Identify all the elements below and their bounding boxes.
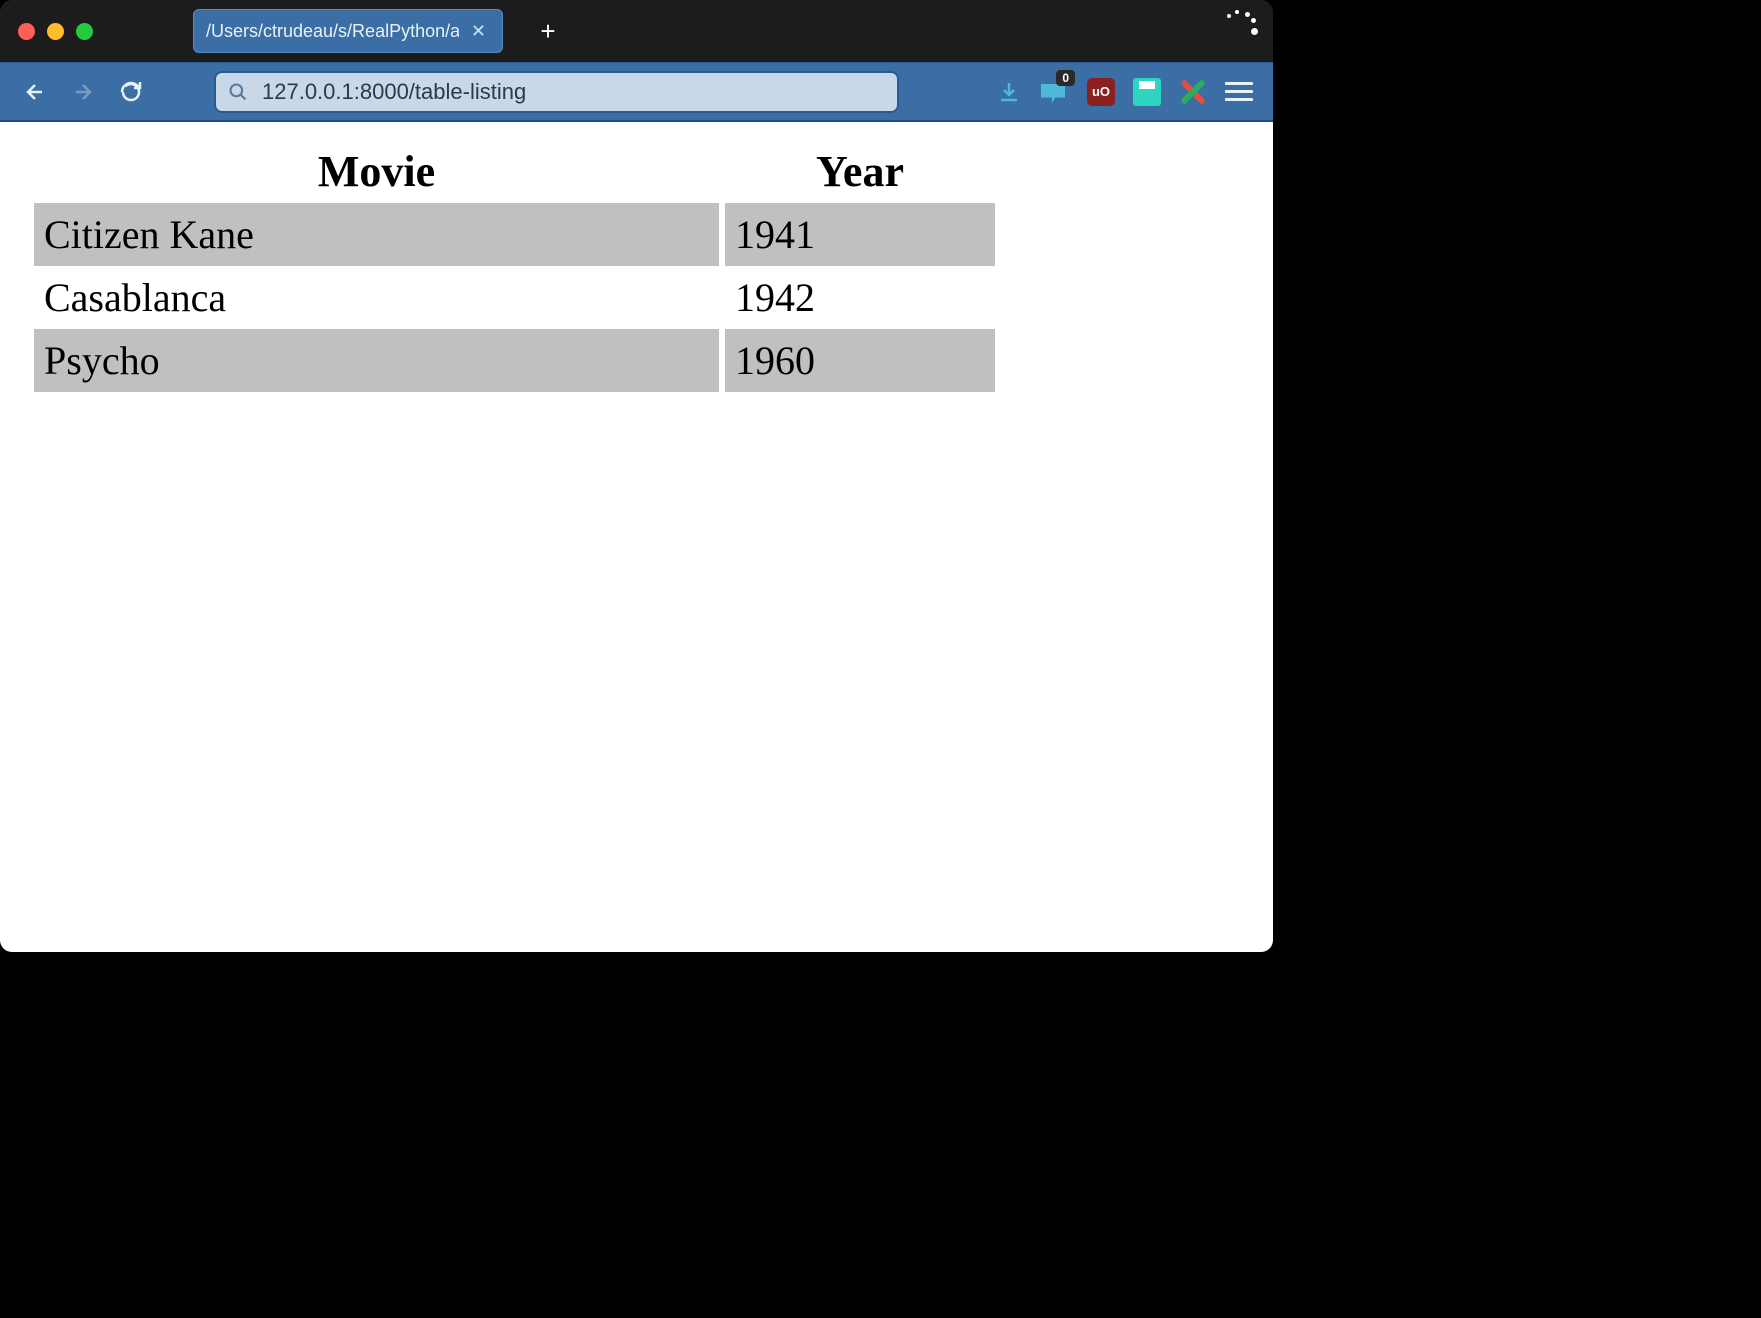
- back-button[interactable]: [20, 77, 50, 107]
- column-header-year: Year: [725, 140, 995, 203]
- titlebar: /Users/ctrudeau/s/RealPython/articl ✕ +: [0, 0, 1273, 62]
- menu-button[interactable]: [1225, 78, 1253, 106]
- url-input[interactable]: [262, 79, 885, 105]
- cell-movie: Psycho: [34, 329, 719, 392]
- cell-year: 1941: [725, 203, 995, 266]
- search-icon: [228, 82, 248, 102]
- arrow-left-icon: [23, 80, 47, 104]
- new-tab-button[interactable]: +: [533, 16, 563, 47]
- cell-movie: Casablanca: [34, 266, 719, 329]
- reload-icon: [119, 80, 143, 104]
- address-bar[interactable]: [214, 71, 899, 113]
- cell-movie: Citizen Kane: [34, 203, 719, 266]
- column-header-movie: Movie: [34, 140, 719, 203]
- download-icon: [997, 80, 1021, 104]
- browser-window: /Users/ctrudeau/s/RealPython/articl ✕ +: [0, 0, 1273, 952]
- tools-extension-button[interactable]: [1179, 78, 1207, 106]
- loading-indicator-icon: [1223, 10, 1258, 45]
- table-row: Psycho 1960: [34, 329, 995, 392]
- window-controls: [18, 23, 93, 40]
- cell-year: 1942: [725, 266, 995, 329]
- table-row: Citizen Kane 1941: [34, 203, 995, 266]
- save-extension-button[interactable]: [1133, 78, 1161, 106]
- notifications-button[interactable]: 0: [1041, 78, 1069, 106]
- forward-button[interactable]: [68, 77, 98, 107]
- browser-tab[interactable]: /Users/ctrudeau/s/RealPython/articl ✕: [193, 9, 503, 53]
- close-window-button[interactable]: [18, 23, 35, 40]
- page-content: Movie Year Citizen Kane 1941 Casablanca …: [0, 122, 1273, 952]
- downloads-button[interactable]: [995, 78, 1023, 106]
- ublock-extension-button[interactable]: uO: [1087, 78, 1115, 106]
- browser-toolbar: 0 uO: [0, 62, 1273, 122]
- maximize-window-button[interactable]: [76, 23, 93, 40]
- reload-button[interactable]: [116, 77, 146, 107]
- cell-year: 1960: [725, 329, 995, 392]
- hamburger-icon: [1225, 82, 1253, 85]
- tab-title: /Users/ctrudeau/s/RealPython/articl: [206, 21, 459, 42]
- close-tab-icon[interactable]: ✕: [467, 19, 490, 44]
- minimize-window-button[interactable]: [47, 23, 64, 40]
- notification-badge: 0: [1056, 70, 1075, 86]
- arrow-right-icon: [71, 80, 95, 104]
- table-row: Casablanca 1942: [34, 266, 995, 329]
- movies-table: Movie Year Citizen Kane 1941 Casablanca …: [28, 140, 1001, 392]
- ublock-icon: uO: [1092, 84, 1110, 99]
- table-header-row: Movie Year: [34, 140, 995, 203]
